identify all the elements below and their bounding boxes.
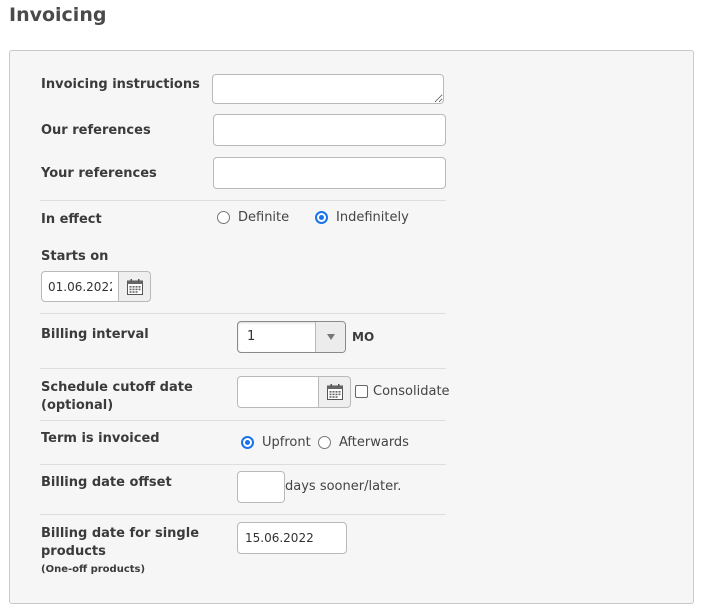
starts-on-calendar-button[interactable]: [118, 271, 151, 302]
schedule-cutoff-label-line2: (optional): [41, 398, 114, 413]
page-title: Invoicing: [9, 4, 107, 26]
our-references-input[interactable]: [213, 114, 446, 146]
schedule-cutoff-input[interactable]: [237, 376, 319, 408]
divider: [40, 514, 446, 515]
chevron-down-icon: [326, 334, 335, 340]
starts-on-label: Starts on: [41, 249, 109, 264]
invoicing-instructions-label: Invoicing instructions: [41, 77, 200, 92]
invoicing-panel: Invoicing instructions Our references Yo…: [9, 50, 694, 604]
schedule-cutoff-label: Schedule cutoff date (optional): [41, 379, 193, 415]
divider: [40, 420, 446, 421]
schedule-cutoff-calendar-button[interactable]: [318, 376, 351, 408]
calendar-icon: [326, 384, 343, 400]
radio-afterwards-label: Afterwards: [339, 435, 409, 450]
your-references-input[interactable]: [213, 157, 446, 189]
billing-date-single-label: Billing date for single products: [41, 525, 199, 561]
radio-definite[interactable]: Definite: [217, 210, 289, 225]
billing-date-offset-label: Billing date offset: [41, 475, 172, 490]
consolidate-checkbox-box[interactable]: [355, 385, 368, 398]
radio-indefinitely[interactable]: Indefinitely: [315, 210, 409, 225]
radio-definite-circle[interactable]: [217, 211, 230, 224]
billing-date-offset-suffix: days sooner/later.: [285, 479, 402, 494]
our-references-label: Our references: [41, 123, 151, 138]
divider: [40, 464, 446, 465]
billing-date-single-sublabel: (One-off products): [41, 564, 146, 575]
term-invoiced-label: Term is invoiced: [41, 431, 160, 446]
radio-afterwards-circle[interactable]: [318, 436, 331, 449]
in-effect-label: In effect: [41, 212, 102, 227]
divider: [40, 313, 446, 314]
radio-upfront[interactable]: Upfront: [241, 435, 311, 450]
billing-date-offset-input[interactable]: [237, 471, 285, 503]
calendar-icon: [126, 278, 143, 295]
your-references-label: Your references: [41, 166, 157, 181]
billing-date-single-input[interactable]: [237, 522, 347, 554]
radio-indefinitely-circle[interactable]: [315, 211, 328, 224]
billing-date-single-label-line2: products: [41, 544, 106, 559]
consolidate-checkbox[interactable]: Consolidate: [355, 384, 450, 399]
divider: [40, 200, 446, 201]
divider: [40, 368, 446, 369]
billing-date-single-label-line1: Billing date for single: [41, 526, 200, 541]
radio-afterwards[interactable]: Afterwards: [318, 435, 409, 450]
radio-indefinitely-label: Indefinitely: [336, 210, 409, 225]
invoicing-instructions-textarea[interactable]: [212, 74, 444, 104]
dropdown-button[interactable]: [315, 322, 345, 352]
radio-upfront-label: Upfront: [262, 435, 311, 450]
billing-interval-value: 1: [247, 329, 256, 344]
starts-on-input[interactable]: [41, 271, 119, 302]
radio-upfront-circle[interactable]: [241, 436, 254, 449]
billing-interval-select[interactable]: 1: [237, 321, 346, 353]
consolidate-label: Consolidate: [373, 384, 450, 399]
billing-interval-label: Billing interval: [41, 327, 149, 342]
billing-interval-unit: MO: [352, 330, 375, 344]
radio-definite-label: Definite: [238, 210, 290, 225]
schedule-cutoff-label-line1: Schedule cutoff date: [41, 380, 193, 395]
